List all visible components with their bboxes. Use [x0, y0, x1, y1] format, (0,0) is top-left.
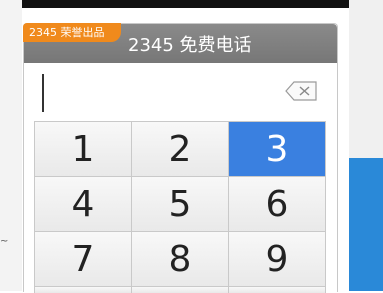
text-caret [42, 74, 44, 112]
key-9[interactable]: 9 [229, 232, 326, 287]
background-left-strip [0, 0, 22, 291]
dialer-title: 2345 免费电话 [128, 35, 252, 56]
key-8[interactable]: 8 [132, 232, 229, 287]
background-right-strip [349, 0, 383, 158]
key-row-partial[interactable] [35, 287, 132, 293]
background-partial-text: ~ [0, 236, 9, 247]
key-2[interactable]: 2 [132, 122, 229, 177]
key-row-partial[interactable] [229, 287, 326, 293]
key-3[interactable]: 3 [229, 122, 326, 177]
brand-badge: 2345 荣誉出品 [23, 23, 121, 42]
key-4[interactable]: 4 [35, 177, 132, 232]
background-right-accent [349, 158, 383, 291]
dial-keypad: 1 2 3 4 5 6 7 8 9 [34, 121, 326, 293]
key-6[interactable]: 6 [229, 177, 326, 232]
number-input[interactable] [24, 63, 337, 121]
key-1[interactable]: 1 [35, 122, 132, 177]
backspace-icon[interactable] [285, 81, 318, 101]
key-5[interactable]: 5 [132, 177, 229, 232]
dialer-panel: 2345 免费电话 2345 荣誉出品 1 2 3 4 5 6 7 8 9 [23, 23, 338, 293]
key-row-partial[interactable] [132, 287, 229, 293]
background-top-bar [22, 0, 353, 8]
key-7[interactable]: 7 [35, 232, 132, 287]
